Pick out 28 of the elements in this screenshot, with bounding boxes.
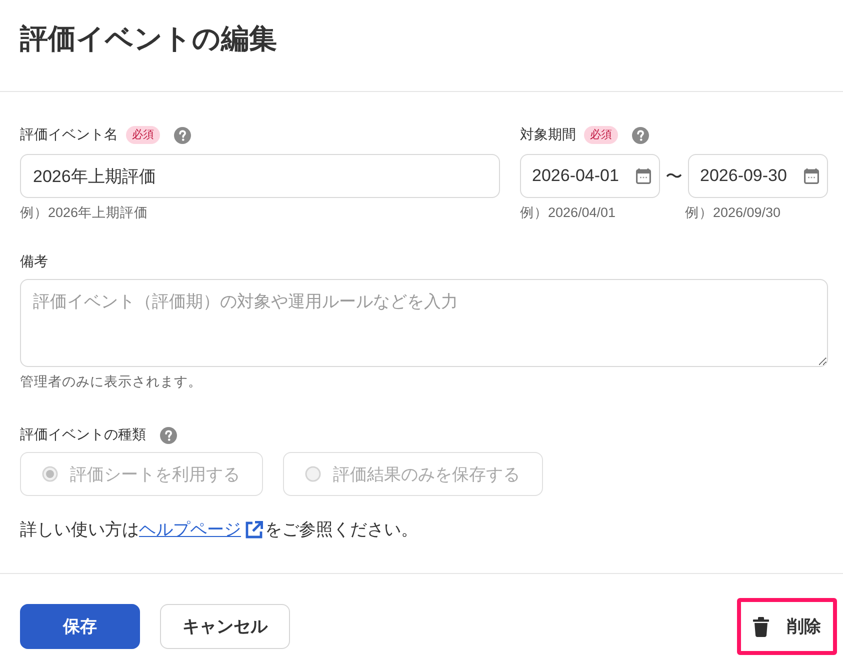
required-badge: 必須 — [126, 126, 160, 144]
external-link-icon[interactable] — [245, 520, 263, 538]
help-icon[interactable] — [632, 126, 649, 144]
page-title: 評価イベントの編集 — [20, 22, 277, 56]
range-separator: 〜 — [664, 166, 684, 188]
end-date-input[interactable]: 2026-09-30 — [688, 154, 828, 198]
field-hint: 例）2026/04/01 — [520, 204, 616, 222]
field-hint: 例）2026/09/30 — [685, 204, 781, 222]
notes-textarea[interactable]: 評価イベント（評価期）の対象や運用ルールなどを入力 — [20, 279, 828, 367]
event-name-input[interactable]: 2026年上期評価 — [20, 154, 500, 198]
help-icon[interactable] — [174, 126, 191, 144]
required-badge: 必須 — [584, 126, 618, 144]
help-text: 詳しい使い方はヘルプページ をご参照ください。 — [20, 518, 418, 541]
start-date-input[interactable]: 2026-04-01 — [520, 154, 660, 198]
save-button[interactable]: 保存 — [20, 604, 140, 649]
help-icon[interactable] — [160, 426, 177, 444]
help-page-link[interactable]: ヘルプページ — [139, 518, 241, 541]
field-label: 対象期間 — [520, 126, 576, 144]
field-label: 評価イベントの種類 — [20, 426, 146, 444]
field-hint: 例）2026年上期評価 — [20, 204, 148, 222]
calendar-icon[interactable] — [804, 168, 819, 184]
field-hint: 管理者のみに表示されます。 — [20, 373, 202, 391]
field-label: 評価イベント名 — [20, 126, 118, 144]
trash-icon — [753, 616, 769, 636]
calendar-icon[interactable] — [636, 168, 651, 184]
cancel-button[interactable]: キャンセル — [160, 604, 290, 649]
field-label: 備考 — [20, 253, 48, 271]
delete-button[interactable]: 削除 — [737, 598, 837, 655]
